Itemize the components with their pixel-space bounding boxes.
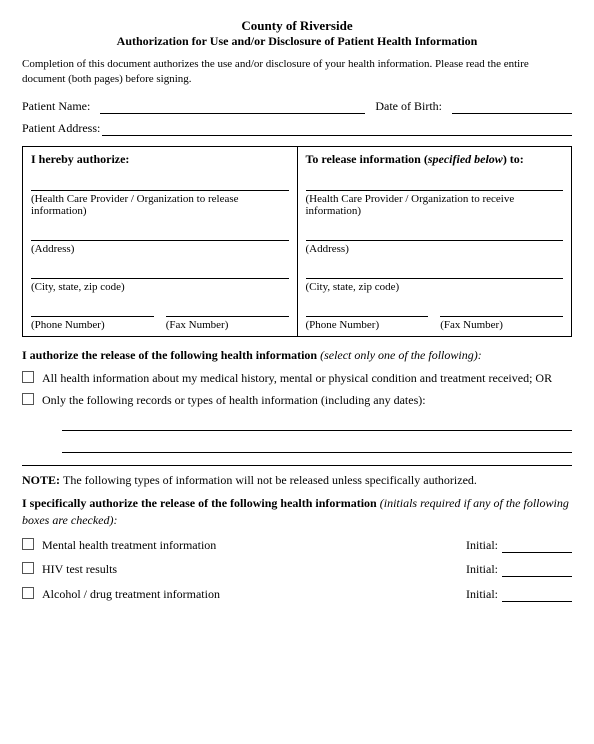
specific-item-0-initial-group: Initial: [466, 537, 572, 553]
patient-name-input[interactable] [100, 98, 365, 114]
page-header: County of Riverside Authorization for Us… [22, 18, 572, 49]
release-title: I authorize the release of the following… [22, 347, 572, 364]
left-city-input[interactable] [31, 263, 289, 279]
header-subtitle: Authorization for Use and/or Disclosure … [22, 34, 572, 49]
right-provider-input[interactable] [306, 175, 564, 191]
note-section: NOTE: The following types of information… [22, 465, 572, 603]
left-fax-group: (Fax Number) [166, 301, 289, 331]
records-line-1[interactable] [62, 413, 572, 431]
right-city-input[interactable] [306, 263, 564, 279]
right-fax-group: (Fax Number) [440, 301, 563, 331]
left-col-header: I hereby authorize: [31, 152, 289, 167]
specific-item-2-label: Alcohol / drug treatment information [42, 586, 458, 603]
dob-label: Date of Birth: [375, 99, 442, 114]
left-phone-label: (Phone Number) [31, 319, 154, 331]
specific-item-0-row: Mental health treatment information Init… [22, 537, 572, 554]
patient-address-label: Patient Address: [22, 121, 100, 136]
left-provider-label: (Health Care Provider / Organization to … [31, 193, 289, 217]
patient-name-row: Patient Name: Date of Birth: [22, 98, 572, 114]
left-address-label: (Address) [31, 243, 289, 255]
release-option2-checkbox[interactable] [22, 393, 34, 405]
header-title: County of Riverside [22, 18, 572, 34]
specific-item-0-label: Mental health treatment information [42, 537, 458, 554]
right-fax-input[interactable] [440, 301, 563, 317]
specific-item-0-initial-input[interactable] [502, 537, 572, 553]
release-option1-row: All health information about my medical … [22, 370, 572, 387]
note-body: The following types of information will … [63, 473, 477, 487]
release-option2-row: Only the following records or types of h… [22, 392, 572, 457]
specific-item-2-initial-input[interactable] [502, 586, 572, 602]
right-phone-label: (Phone Number) [306, 319, 429, 331]
note-text: NOTE: The following types of information… [22, 472, 572, 489]
right-fax-label: (Fax Number) [440, 319, 563, 331]
right-city-label: (City, state, zip code) [306, 281, 564, 293]
right-col-header: To release information (specified below)… [306, 152, 564, 167]
left-fax-label: (Fax Number) [166, 319, 289, 331]
release-title-italic: (select only one of the following): [317, 348, 482, 362]
specific-item-2-row: Alcohol / drug treatment information Ini… [22, 586, 572, 603]
left-phone-row: (Phone Number) (Fax Number) [31, 301, 289, 331]
authorize-table: I hereby authorize: (Health Care Provide… [22, 146, 572, 337]
right-address-input[interactable] [306, 225, 564, 241]
specific-item-2-initial-group: Initial: [466, 586, 572, 602]
right-phone-group: (Phone Number) [306, 301, 429, 331]
dob-input[interactable] [452, 98, 572, 114]
specific-item-2-checkbox[interactable] [22, 587, 34, 599]
left-phone-input[interactable] [31, 301, 154, 317]
intro-text: Completion of this document authorizes t… [22, 57, 572, 88]
release-option1-text: All health information about my medical … [42, 370, 552, 387]
release-option2-text: Only the following records or types of h… [42, 393, 426, 407]
patient-address-row: Patient Address: [22, 120, 572, 136]
specific-auth-text: I specifically authorize the release of … [22, 495, 572, 529]
specific-item-0-initial-label: Initial: [466, 538, 498, 553]
records-line-2[interactable] [62, 435, 572, 453]
patient-address-input[interactable] [102, 120, 572, 136]
right-phone-input[interactable] [306, 301, 429, 317]
specific-item-2-initial-label: Initial: [466, 587, 498, 602]
left-address-input[interactable] [31, 225, 289, 241]
specific-item-1-initial-label: Initial: [466, 562, 498, 577]
right-provider-label: (Health Care Provider / Organization to … [306, 193, 564, 217]
records-lines [62, 413, 572, 453]
specific-item-1-row: HIV test results Initial: [22, 561, 572, 578]
release-title-bold: I authorize the release of the following… [22, 348, 317, 362]
left-phone-group: (Phone Number) [31, 301, 154, 331]
right-phone-row: (Phone Number) (Fax Number) [306, 301, 564, 331]
patient-name-label: Patient Name: [22, 99, 90, 114]
note-prefix: NOTE: [22, 473, 63, 487]
release-option1-checkbox[interactable] [22, 371, 34, 383]
release-section: I authorize the release of the following… [22, 347, 572, 457]
left-city-label: (City, state, zip code) [31, 281, 289, 293]
specific-item-1-initial-group: Initial: [466, 561, 572, 577]
specific-item-1-label: HIV test results [42, 561, 458, 578]
specific-item-1-initial-input[interactable] [502, 561, 572, 577]
right-address-label: (Address) [306, 243, 564, 255]
specific-item-1-checkbox[interactable] [22, 562, 34, 574]
specific-bold: I specifically authorize the release of … [22, 496, 377, 510]
left-provider-input[interactable] [31, 175, 289, 191]
specific-item-0-checkbox[interactable] [22, 538, 34, 550]
left-fax-input[interactable] [166, 301, 289, 317]
